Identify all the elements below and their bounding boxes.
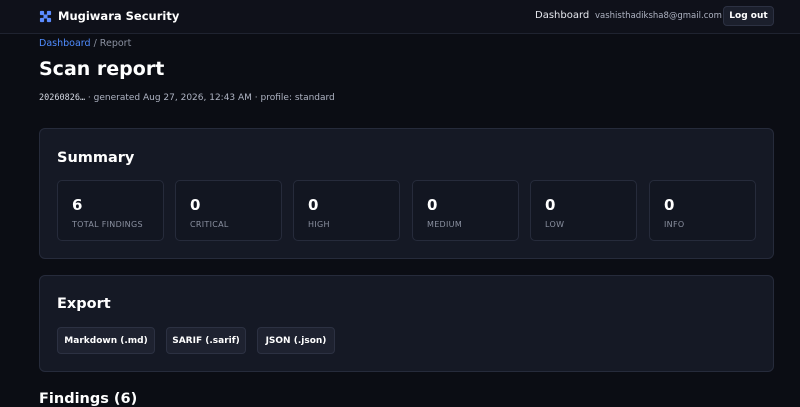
breadcrumb: Dashboard / Report [39,38,131,49]
stat-label: TOTAL FINDINGS [72,220,143,229]
breadcrumb-current: Report [99,38,132,49]
export-json-button[interactable]: JSON (.json) [257,327,335,354]
stat-value: 0 [545,196,556,214]
export-title: Export [57,296,111,312]
nav-link-dashboard[interactable]: Dashboard [535,10,589,21]
stat-value: 6 [72,196,83,214]
stat-label: INFO [664,220,685,229]
export-markdown-button[interactable]: Markdown (.md) [57,327,155,354]
report-meta-text: · generated Aug 27, 2026, 12:43 AM · pro… [85,93,335,103]
stat-medium: 0 MEDIUM [412,180,519,241]
stat-critical: 0 CRITICAL [175,180,282,241]
stat-value: 0 [427,196,438,214]
stat-label: CRITICAL [190,220,229,229]
report-meta: 20260826… · generated Aug 27, 2026, 12:4… [39,93,335,103]
logout-button[interactable]: Log out [723,6,774,26]
summary-title: Summary [57,150,135,166]
user-email: vashisthadiksha8@gmail.com [595,11,722,21]
breadcrumb-separator: / [90,38,100,49]
top-navbar: Mugiwara Security Dashboard vashisthadik… [0,0,800,34]
brand[interactable]: Mugiwara Security [39,9,179,23]
brand-name: Mugiwara Security [58,9,180,23]
stat-label: HIGH [308,220,330,229]
stat-value: 0 [664,196,675,214]
stat-high: 0 HIGH [293,180,400,241]
stat-info: 0 INFO [649,180,756,241]
stat-label: MEDIUM [427,220,463,229]
scan-id: 20260826… [39,93,86,103]
stat-low: 0 LOW [530,180,637,241]
brand-logo-icon [39,10,52,22]
export-card: Export Markdown (.md) SARIF (.sarif) JSO… [39,275,774,372]
summary-card: Summary 6 TOTAL FINDINGS 0 CRITICAL 0 HI… [39,128,774,259]
stat-total-findings: 6 TOTAL FINDINGS [57,180,164,241]
stat-value: 0 [190,196,201,214]
stat-value: 0 [308,196,319,214]
stat-label: LOW [545,220,565,229]
page-title: Scan report [39,58,165,80]
export-sarif-button[interactable]: SARIF (.sarif) [166,327,246,354]
breadcrumb-link-dashboard[interactable]: Dashboard [39,38,91,49]
